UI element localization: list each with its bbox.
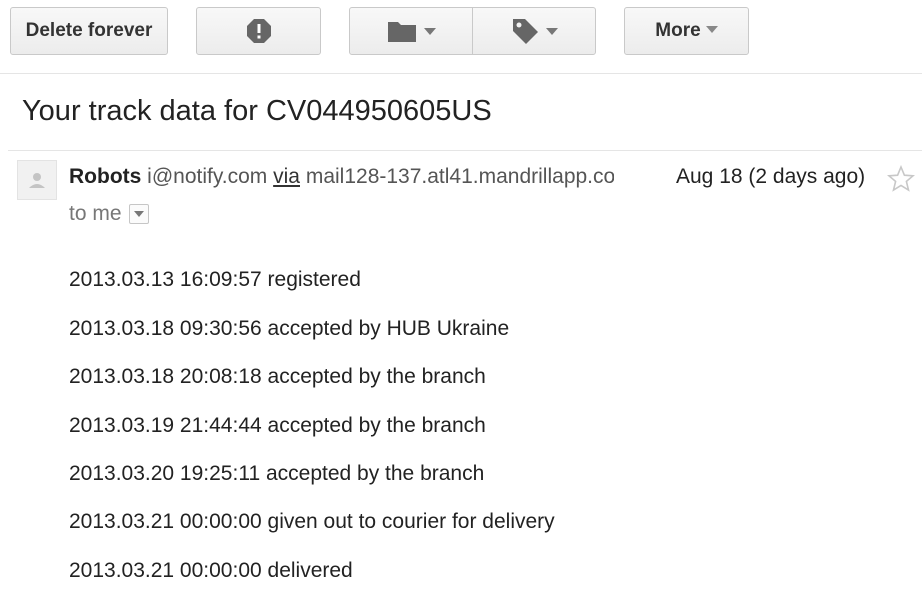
folder-icon — [387, 22, 416, 42]
tracking-entry: 2013.03.18 09:30:56 accepted by HUB Ukra… — [69, 317, 510, 340]
sender-name[interactable]: Robots — [69, 165, 141, 188]
labels-button[interactable] — [472, 7, 596, 55]
via-domain: mail128-137.atl41.mandrillapp.com — [305, 165, 614, 188]
chevron-down-icon — [133, 211, 144, 217]
delete-forever-label: Delete forever — [25, 20, 153, 41]
report-spam-button[interactable] — [196, 7, 321, 55]
chevron-down-icon — [705, 25, 718, 33]
email-subject: Your track data for CV044950605US — [22, 95, 492, 127]
more-label: More — [655, 20, 701, 41]
label-tag-icon — [512, 19, 538, 44]
via-link[interactable]: via — [273, 165, 300, 188]
tracking-entry: 2013.03.20 19:25:11 accepted by the bran… — [69, 462, 485, 485]
header-divider — [8, 150, 922, 151]
chevron-down-icon — [545, 27, 558, 35]
tracking-entry: 2013.03.18 20:08:18 accepted by the bran… — [69, 365, 486, 388]
person-icon — [29, 173, 45, 188]
star-icon[interactable] — [887, 165, 915, 193]
sender-email: i@notify.com — [147, 165, 268, 188]
tracking-entry: 2013.03.21 00:00:00 given out to courier… — [69, 510, 555, 533]
move-to-button[interactable] — [349, 7, 473, 55]
sender-line: Robots i@notify.com via mail128-137.atl4… — [69, 165, 614, 189]
message-date: Aug 18 (2 days ago) — [676, 165, 866, 188]
report-spam-icon — [246, 19, 271, 43]
tracking-entry: 2013.03.13 16:09:57 registered — [69, 268, 361, 291]
avatar[interactable] — [17, 160, 57, 200]
recipient-text: to me — [69, 202, 122, 225]
more-button[interactable]: More — [624, 7, 749, 55]
show-details-button[interactable] — [128, 204, 149, 224]
delete-forever-button[interactable]: Delete forever — [10, 7, 168, 55]
tracking-entry: 2013.03.21 00:00:00 delivered — [69, 559, 353, 582]
chevron-down-icon — [423, 27, 436, 35]
tracking-entry: 2013.03.19 21:44:44 accepted by the bran… — [69, 414, 486, 437]
toolbar: Delete forever More — [0, 0, 922, 74]
recipient-line: to me — [69, 202, 149, 226]
